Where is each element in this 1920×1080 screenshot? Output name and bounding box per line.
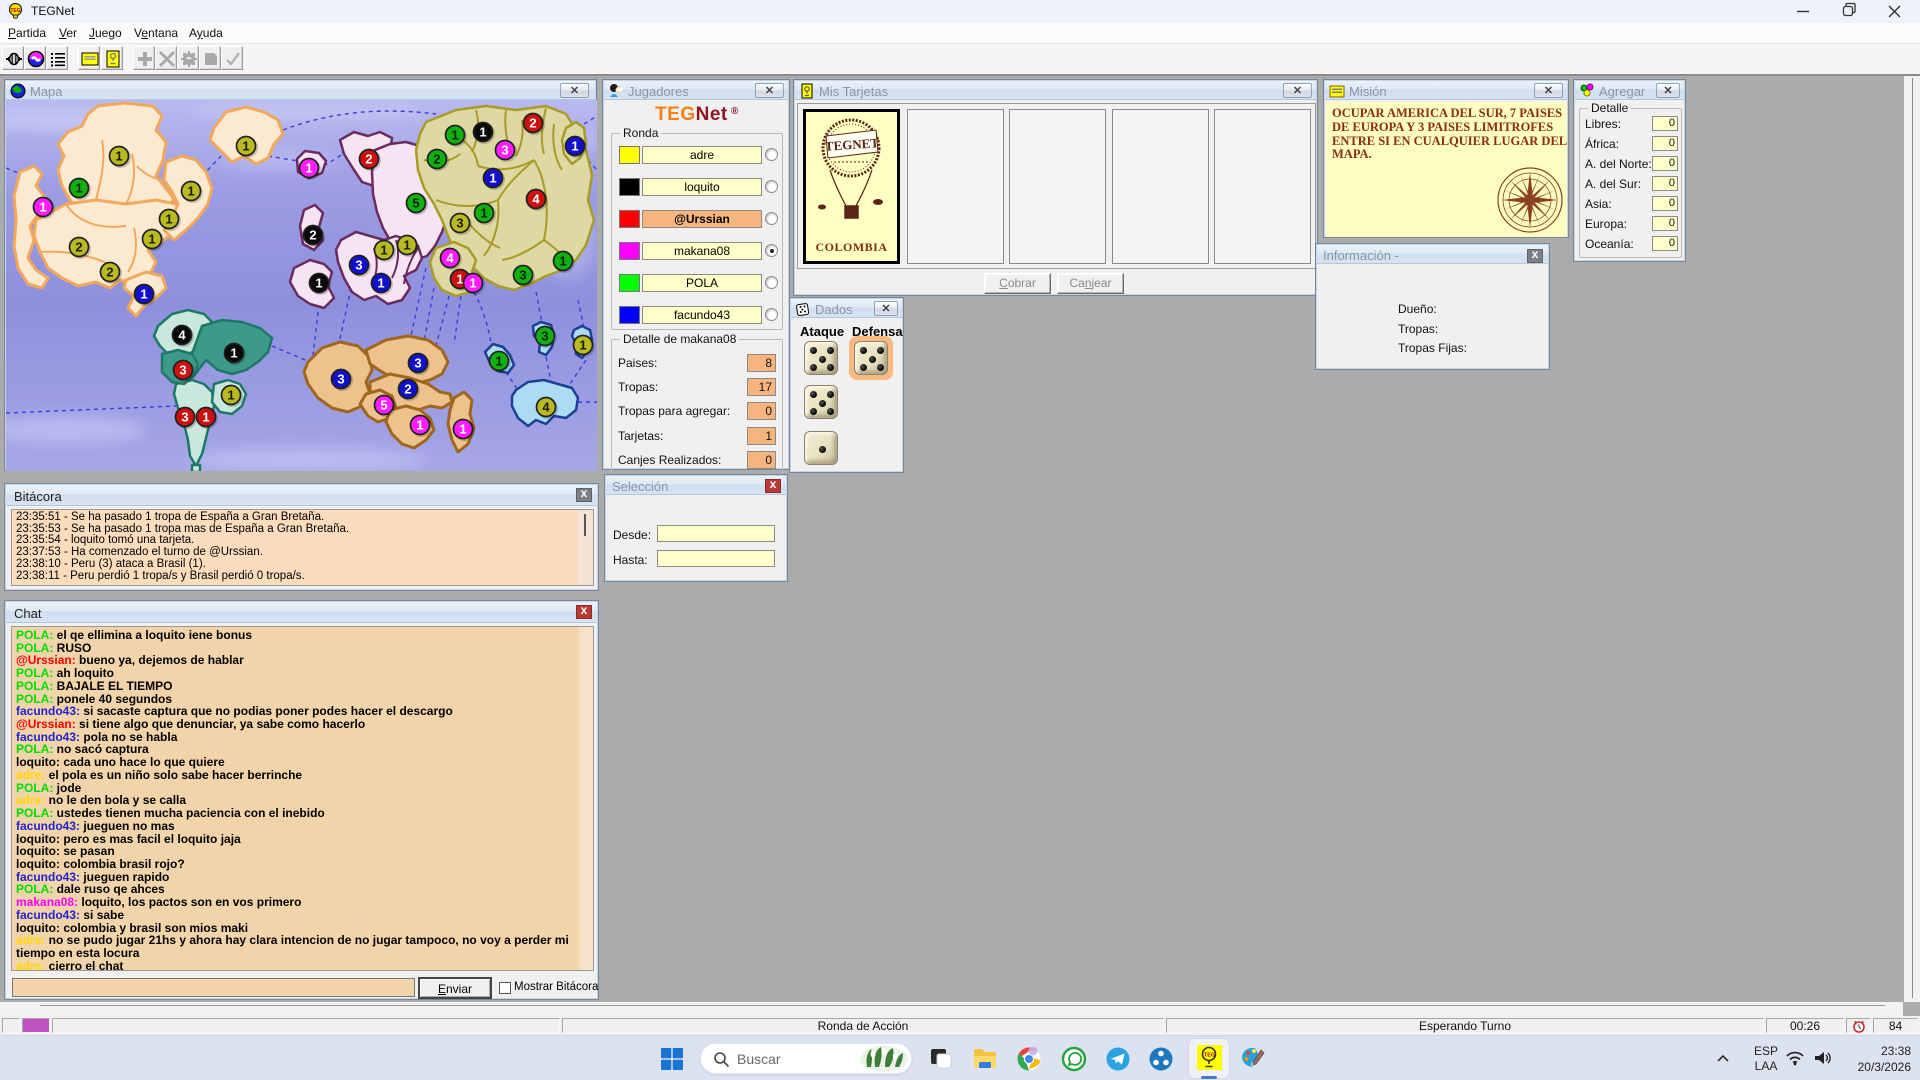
svg-text:TEG: TEG — [10, 8, 20, 14]
svg-text:3: 3 — [179, 363, 186, 378]
svg-text:1: 1 — [559, 254, 566, 269]
svg-text:1: 1 — [75, 181, 82, 196]
svg-text:4: 4 — [446, 251, 454, 266]
svg-text:1: 1 — [115, 149, 122, 164]
svg-text:1: 1 — [148, 232, 155, 247]
svg-text:2: 2 — [365, 152, 372, 167]
svg-text:1: 1 — [489, 171, 496, 186]
svg-text:1: 1 — [480, 206, 487, 221]
svg-text:1: 1 — [579, 338, 586, 353]
svg-text:1: 1 — [315, 276, 322, 291]
svg-text:1: 1 — [227, 388, 234, 403]
svg-text:5: 5 — [412, 196, 419, 211]
svg-text:1: 1 — [571, 139, 578, 154]
svg-text:3: 3 — [337, 372, 344, 387]
svg-text:3: 3 — [181, 410, 188, 425]
svg-text:2: 2 — [309, 228, 316, 243]
svg-text:1: 1 — [165, 212, 172, 227]
svg-text:1: 1 — [202, 410, 209, 425]
svg-text:2: 2 — [433, 152, 440, 167]
svg-text:3: 3 — [355, 258, 362, 273]
svg-text:1: 1 — [305, 161, 312, 176]
svg-text:1: 1 — [495, 354, 502, 369]
svg-text:3: 3 — [456, 216, 463, 231]
svg-text:4: 4 — [542, 400, 550, 415]
svg-text:3: 3 — [414, 356, 421, 371]
svg-text:1: 1 — [416, 418, 423, 433]
svg-text:1: 1 — [39, 200, 46, 215]
svg-text:5: 5 — [380, 398, 387, 413]
svg-text:2: 2 — [404, 382, 411, 397]
svg-text:1: 1 — [377, 276, 384, 291]
svg-text:1: 1 — [451, 128, 458, 143]
svg-text:4: 4 — [178, 328, 186, 343]
svg-text:2: 2 — [106, 265, 113, 280]
svg-text:1: 1 — [140, 287, 147, 302]
svg-text:1: 1 — [242, 139, 249, 154]
svg-text:1: 1 — [380, 243, 387, 258]
svg-text:1: 1 — [403, 238, 410, 253]
svg-text:1: 1 — [459, 422, 466, 437]
svg-text:1: 1 — [469, 276, 476, 291]
svg-text:2: 2 — [75, 240, 82, 255]
svg-text:1: 1 — [187, 184, 194, 199]
svg-text:TEG: TEG — [1204, 1053, 1215, 1059]
svg-text:3: 3 — [519, 268, 526, 283]
svg-text:2: 2 — [529, 116, 536, 131]
svg-text:1: 1 — [456, 272, 463, 287]
svg-text:3: 3 — [501, 143, 508, 158]
svg-text:3: 3 — [541, 329, 548, 344]
svg-text:1: 1 — [479, 125, 486, 140]
svg-text:1: 1 — [230, 346, 237, 361]
svg-text:4: 4 — [532, 192, 540, 207]
